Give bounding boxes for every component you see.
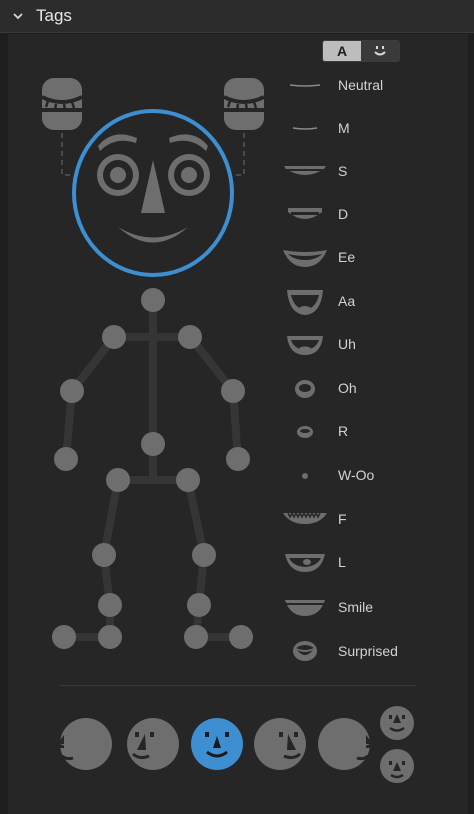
mouth-item-f[interactable]: F	[280, 502, 450, 536]
mouth-label: Ee	[338, 249, 356, 265]
d-mouth-icon	[288, 208, 322, 219]
mouth-label: F	[338, 511, 347, 527]
mouth-item-d[interactable]: D	[280, 197, 450, 231]
right-eye-blink-handle[interactable]	[222, 78, 266, 130]
right-quartered-view-icon[interactable]	[254, 718, 306, 770]
face-mode-button[interactable]	[361, 41, 399, 61]
downward-view-icon[interactable]	[380, 749, 414, 783]
head-view-selector	[54, 706, 414, 783]
left-eye-blink-handle[interactable]	[40, 78, 84, 130]
aa-mouth-icon	[287, 290, 323, 315]
ee-mouth-icon	[283, 250, 327, 267]
mouth-item-r[interactable]: R	[280, 414, 450, 448]
oh-mouth-icon	[295, 380, 315, 398]
mouth-item-ee[interactable]: Ee	[280, 240, 450, 274]
mouth-label: Aa	[338, 293, 356, 309]
r-mouth-icon	[297, 426, 313, 438]
s-mouth-icon	[284, 166, 326, 175]
puppet-figure	[40, 78, 266, 649]
head-handle[interactable]	[72, 109, 234, 277]
mouth-item-uh[interactable]: Uh	[280, 327, 450, 361]
uh-mouth-icon	[287, 336, 323, 355]
section-divider	[60, 685, 416, 686]
right-profile-view-icon[interactable]	[318, 718, 376, 770]
mouth-item-oh[interactable]: Oh	[280, 371, 450, 405]
mouth-item-aa[interactable]: Aa	[280, 284, 450, 318]
smile-face-icon	[374, 46, 386, 56]
mouth-label: M	[338, 120, 350, 136]
upward-view-icon[interactable]	[380, 706, 414, 740]
left-profile-view-icon[interactable]	[54, 718, 112, 770]
mouth-label: D	[338, 206, 349, 222]
skeleton-bones	[60, 296, 245, 641]
mouth-label: Uh	[338, 336, 356, 352]
f-mouth-icon	[283, 511, 327, 524]
mouth-label: W-Oo	[338, 467, 375, 483]
mouth-item-smile[interactable]: Smile	[280, 590, 450, 624]
m-mouth-icon	[292, 127, 318, 130]
smile-mouth-icon	[285, 600, 325, 616]
mouth-item-w-oo[interactable]: W-Oo	[280, 458, 450, 492]
mouth-label: Smile	[338, 599, 374, 615]
mouth-display-toggle[interactable]: A	[322, 40, 400, 62]
mouth-label: Oh	[338, 380, 357, 396]
left-quartered-view-icon[interactable]	[127, 718, 179, 770]
mouth-label: R	[338, 423, 349, 439]
mouth-item-surprised[interactable]: Surprised	[280, 634, 450, 668]
text-mode-button[interactable]: A	[323, 41, 361, 61]
mouth-item-s[interactable]: S	[280, 154, 450, 188]
l-mouth-icon	[285, 554, 325, 572]
frontal-view-icon[interactable]	[191, 718, 243, 770]
w-oo-mouth-icon	[302, 473, 308, 479]
mouth-label: Surprised	[338, 643, 398, 659]
mouth-label: S	[338, 163, 348, 179]
mouth-item-neutral[interactable]: Neutral	[280, 68, 450, 102]
mouth-label: L	[338, 554, 346, 570]
mouth-item-l[interactable]: L	[280, 545, 450, 579]
neutral-mouth-icon	[289, 84, 321, 87]
mouth-label: Neutral	[338, 77, 384, 93]
surprised-mouth-icon	[293, 641, 317, 661]
mouth-item-m[interactable]: M	[280, 111, 450, 145]
